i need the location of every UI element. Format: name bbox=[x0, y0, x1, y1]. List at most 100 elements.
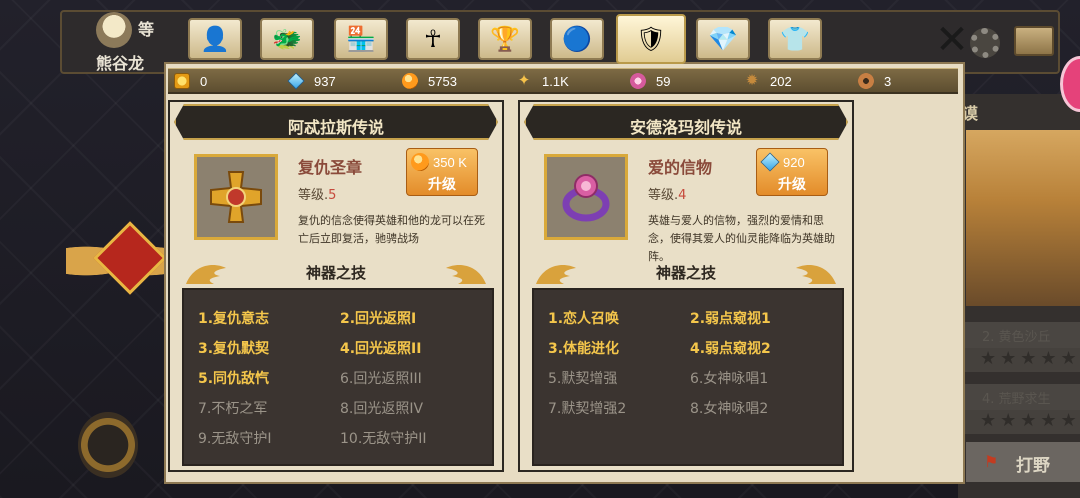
artifact-tab[interactable]: 🛡 bbox=[616, 14, 686, 64]
gem-icon bbox=[287, 72, 305, 90]
skill-item[interactable]: 3.复仇默契 bbox=[198, 338, 269, 358]
player-avatar[interactable] bbox=[96, 12, 132, 48]
ankh-icon: ☥ bbox=[424, 25, 442, 53]
skill-item[interactable]: 3.体能进化 bbox=[548, 338, 619, 358]
upgrade-label: 升级 bbox=[428, 177, 456, 193]
trophy-icon: 🏆 bbox=[490, 25, 520, 53]
stage-stars: ★★★★★ bbox=[962, 410, 1080, 434]
currency-value: 5753 bbox=[428, 73, 457, 89]
level-label: 等级. bbox=[298, 188, 329, 203]
settings-gear-icon[interactable] bbox=[970, 28, 1000, 58]
artifact-name: 爱的信物 bbox=[648, 158, 713, 177]
panel-header: 阿忒拉斯传说 bbox=[174, 104, 498, 140]
currency-item[interactable]: 5753 bbox=[402, 71, 457, 91]
upgrade-cost: 350 K bbox=[411, 152, 475, 172]
currency-item[interactable]: 937 bbox=[287, 71, 336, 91]
hero-icon: 👤 bbox=[200, 25, 230, 53]
skill-section-title: 神器之技 bbox=[655, 264, 716, 282]
orb-tab[interactable]: 🔵 bbox=[550, 18, 604, 60]
upgrade-button[interactable]: 350 K 升级 bbox=[406, 148, 478, 196]
currency-item[interactable]: 59 bbox=[630, 71, 670, 91]
shop-tab[interactable]: 🏪 bbox=[334, 18, 388, 60]
skill-item[interactable]: 5.默契增强 bbox=[548, 368, 617, 388]
currency-item[interactable]: ✹ 202 bbox=[744, 71, 792, 91]
donut-icon bbox=[858, 73, 874, 89]
level-label: 等级. bbox=[648, 188, 679, 203]
trophy-tab[interactable]: 🏆 bbox=[478, 18, 532, 60]
currency-value: 3 bbox=[884, 73, 892, 89]
player-name: 熊谷龙 bbox=[96, 54, 145, 73]
skill-item[interactable]: 2.弱点窥视1 bbox=[690, 308, 771, 328]
orb-icon: 🔵 bbox=[562, 25, 592, 53]
artifact-description: 英雄与爱人的信物，强烈的爱情和思念，使得其爱人的仙灵能降临为英雄助阵。 bbox=[648, 214, 835, 263]
skill-item[interactable]: 7.不朽之军 bbox=[198, 398, 267, 418]
stage-stars: ★★★★★ bbox=[962, 348, 1080, 372]
upgrade-label: 升级 bbox=[778, 177, 806, 193]
star-shard-icon: ✦ bbox=[517, 72, 531, 89]
crystal-tab[interactable]: 💎 bbox=[696, 18, 750, 60]
dragon-icon: 🐲 bbox=[272, 25, 302, 53]
skill-item[interactable]: 9.无敌守护I bbox=[198, 428, 272, 448]
skill-item[interactable]: 6.女神咏唱1 bbox=[690, 368, 768, 388]
flower-icon bbox=[630, 73, 646, 89]
stage-row[interactable]: 2. 黄色沙丘 bbox=[962, 322, 1080, 348]
skill-section-title: 神器之技 bbox=[305, 264, 366, 282]
skill-item[interactable]: 5.同仇敌忾 bbox=[198, 368, 269, 388]
skill-item[interactable]: 8.女神咏唱2 bbox=[690, 398, 768, 418]
skill-item[interactable]: 7.默契增强2 bbox=[548, 398, 626, 418]
skill-list: 1.恋人召唤 2.弱点窥视1 3.体能进化 4.弱点窥视2 5.默契增强 6.女神咏唱1 7… bbox=[532, 288, 844, 466]
gem-icon bbox=[760, 152, 780, 172]
skill-item[interactable]: 4.回光返照II bbox=[340, 338, 421, 358]
orb-icon bbox=[402, 73, 418, 89]
skill-item[interactable]: 4.弱点窥视2 bbox=[690, 338, 771, 358]
skill-item[interactable]: 1.复仇意志 bbox=[198, 308, 269, 328]
currency-value: 937 bbox=[314, 73, 336, 89]
panel-header: 安德洛玛刻传说 bbox=[524, 104, 848, 140]
currency-value: 0 bbox=[200, 73, 208, 89]
artifact-name: 复仇圣章 bbox=[298, 158, 363, 177]
skill-item[interactable]: 1.恋人召唤 bbox=[548, 308, 619, 328]
cost-value: 920 bbox=[783, 154, 805, 170]
artifact-item-slot[interactable] bbox=[194, 154, 278, 240]
currency-value: 59 bbox=[656, 73, 671, 89]
costume-tab[interactable]: 👕 bbox=[768, 18, 822, 60]
orb-icon bbox=[411, 153, 429, 171]
costume-icon: 👕 bbox=[780, 25, 810, 53]
skill-item[interactable]: 6.回光返照III bbox=[340, 368, 422, 388]
golden-cross-medal-icon bbox=[210, 171, 262, 223]
ankh-tab[interactable]: ☥ bbox=[406, 18, 460, 60]
mail-icon[interactable] bbox=[1014, 26, 1054, 56]
panel-title: 阿忒拉斯传说 bbox=[287, 118, 384, 137]
gold-coin-icon bbox=[174, 73, 190, 89]
level-value: 5 bbox=[328, 188, 337, 203]
close-icon[interactable]: ✕ bbox=[932, 20, 972, 60]
currency-item[interactable]: ✦ 1.1K bbox=[516, 71, 569, 91]
player-level-label: 等 bbox=[138, 20, 155, 39]
artifact-panel: 阿忒拉斯传说 复仇圣章 等级.5 复仇的信念使得英雄和他的龙可以在死亡后立即复活… bbox=[168, 100, 504, 472]
currency-item[interactable]: 0 bbox=[174, 71, 207, 91]
level-value: 4 bbox=[678, 188, 687, 203]
rose-ring-icon bbox=[562, 174, 610, 222]
skill-item[interactable]: 10.无敌守护II bbox=[340, 428, 427, 448]
dragon-tab[interactable]: 🐲 bbox=[260, 18, 314, 60]
hero-tab[interactable]: 👤 bbox=[188, 18, 242, 60]
panel-title: 安德洛玛刻传说 bbox=[629, 118, 742, 137]
artifact-item-slot[interactable] bbox=[544, 154, 628, 240]
guild-emblem-icon[interactable] bbox=[78, 412, 138, 478]
artifact-level: 等级.5 bbox=[298, 184, 336, 203]
cost-value: 350 K bbox=[433, 154, 467, 170]
skill-item[interactable]: 8.回光返照IV bbox=[340, 398, 423, 418]
flag-icon: ⚑ bbox=[984, 452, 999, 471]
skill-item[interactable]: 2.回光返照I bbox=[340, 308, 416, 328]
currency-value: 1.1K bbox=[542, 73, 569, 89]
upgrade-cost: 920 bbox=[760, 152, 825, 172]
shop-icon: 🏪 bbox=[346, 25, 376, 53]
skill-list: 1.复仇意志 2.回光返照I 3.复仇默契 4.回光返照II 5.同仇敌忾 6.回光返照I… bbox=[182, 288, 494, 466]
currency-item[interactable]: 3 bbox=[858, 71, 891, 91]
stage-row[interactable]: 4. 荒野求生 bbox=[962, 384, 1080, 410]
upgrade-button[interactable]: 920 升级 bbox=[756, 148, 828, 196]
stage-map-image bbox=[966, 130, 1080, 306]
artifact-description: 复仇的信念使得英雄和他的龙可以在死亡后立即复活，驰骋战场 bbox=[298, 214, 485, 245]
currency-value: 202 bbox=[770, 73, 792, 89]
artifact-panel: 安德洛玛刻传说 爱的信物 等级.4 英雄与爱人的信物，强烈的爱情和思念，使得其爱… bbox=[518, 100, 854, 472]
